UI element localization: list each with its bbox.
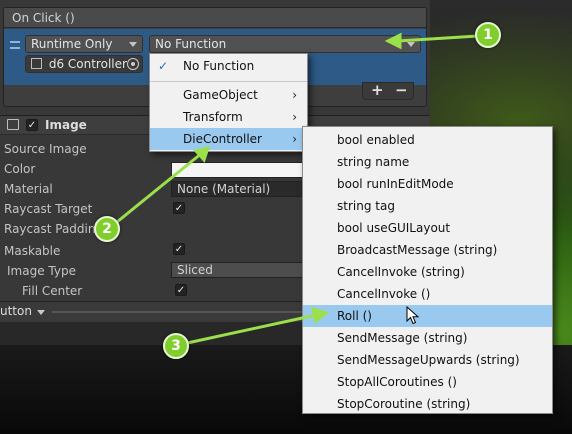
- callout-1: 1: [475, 22, 501, 48]
- callout-2: 2: [94, 216, 120, 242]
- callout-pointers: [111, 32, 479, 347]
- callout-3: 3: [163, 333, 189, 359]
